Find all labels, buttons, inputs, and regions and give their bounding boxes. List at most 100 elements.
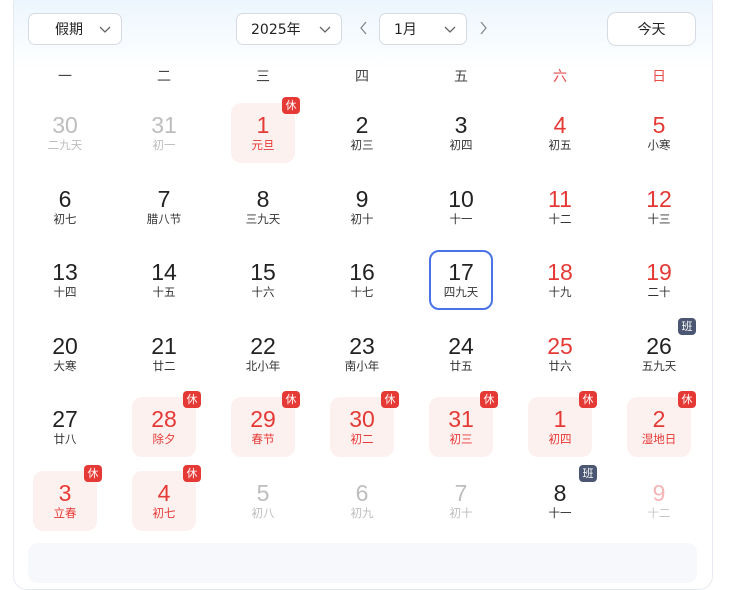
prev-month-button[interactable] bbox=[357, 19, 369, 37]
day-cell[interactable]: 4 初五 bbox=[528, 103, 592, 163]
day-cell[interactable]: 19 二十 bbox=[627, 250, 691, 310]
day-number: 25 bbox=[547, 332, 573, 359]
day-cell[interactable]: 7 腊八节 bbox=[132, 177, 196, 237]
month-select[interactable]: 1月 bbox=[379, 13, 467, 45]
day-cell[interactable]: 1 初四 休 bbox=[528, 391, 597, 457]
lunar-label: 立春 bbox=[53, 505, 77, 520]
day-number: 30 bbox=[52, 112, 78, 138]
lunar-label: 除夕 bbox=[152, 432, 176, 446]
day-cell[interactable]: 21 廿二 bbox=[132, 324, 196, 384]
day-number: 7 bbox=[454, 479, 468, 506]
day-cell[interactable]: 15 十六 bbox=[231, 250, 295, 310]
day-cell[interactable]: 30 二九天 bbox=[33, 103, 97, 163]
day-number: 1 bbox=[553, 406, 567, 432]
day-cell[interactable]: 20 大寒 bbox=[33, 324, 97, 384]
lunar-label: 十二 bbox=[647, 505, 671, 520]
weekday-header: 三 bbox=[256, 69, 270, 85]
day-cell[interactable]: 6 初九 bbox=[330, 471, 394, 531]
lunar-label: 初二 bbox=[350, 432, 374, 446]
day-number: 16 bbox=[349, 259, 375, 285]
weekday-header: 四 bbox=[355, 69, 369, 85]
day-cell[interactable]: 3 初四 bbox=[429, 103, 493, 163]
day-cell[interactable]: 10 十一 bbox=[429, 177, 493, 237]
day-number: 3 bbox=[58, 479, 72, 506]
lunar-label: 春节 bbox=[251, 432, 275, 446]
year-select[interactable]: 2025年 bbox=[236, 13, 342, 45]
workday-badge: 班 bbox=[678, 317, 696, 335]
lunar-label: 初五 bbox=[548, 138, 572, 152]
day-cell[interactable]: 13 十四 bbox=[33, 250, 97, 310]
day-number: 4 bbox=[157, 479, 171, 506]
holiday-badge: 休 bbox=[183, 464, 201, 482]
day-cell[interactable]: 2 湿地日 休 bbox=[627, 391, 696, 457]
day-number: 27 bbox=[52, 406, 78, 432]
day-cell[interactable]: 3 立春 休 bbox=[33, 464, 102, 531]
lunar-label: 腊八节 bbox=[146, 211, 182, 226]
day-cell[interactable]: 12 十三 bbox=[627, 177, 691, 237]
day-cell[interactable]: 2 初三 bbox=[330, 103, 394, 163]
day-number: 6 bbox=[58, 185, 72, 212]
lunar-label: 十四 bbox=[53, 285, 77, 299]
lunar-label: 初十 bbox=[350, 211, 374, 226]
day-cell[interactable]: 8 三九天 bbox=[231, 177, 295, 237]
lunar-label: 二十 bbox=[647, 285, 671, 299]
day-cell[interactable]: 9 初十 bbox=[330, 177, 394, 237]
day-cell[interactable]: 31 初三 休 bbox=[429, 391, 498, 457]
day-cell[interactable]: 9 十二 bbox=[627, 471, 691, 531]
lunar-label: 十七 bbox=[350, 285, 374, 299]
day-cell[interactable]: 16 十七 bbox=[330, 250, 394, 310]
day-number: 18 bbox=[547, 259, 573, 285]
holiday-select[interactable]: 假期 bbox=[28, 13, 122, 45]
day-cell[interactable]: 14 十五 bbox=[132, 250, 196, 310]
holiday-badge: 休 bbox=[84, 464, 102, 482]
lunar-label: 十三 bbox=[647, 211, 671, 226]
day-cell[interactable]: 22 北小年 bbox=[231, 324, 295, 384]
lunar-label: 十九 bbox=[548, 285, 572, 299]
day-cell[interactable]: 18 十九 bbox=[528, 250, 592, 310]
lunar-label: 初三 bbox=[350, 138, 374, 152]
day-number: 23 bbox=[349, 332, 375, 359]
lunar-label: 初七 bbox=[152, 505, 176, 520]
day-cell[interactable]: 11 十二 bbox=[528, 177, 592, 237]
year-select-label: 2025年 bbox=[251, 22, 301, 38]
chevron-down-icon bbox=[99, 26, 111, 33]
day-number: 21 bbox=[151, 332, 177, 359]
chevron-down-icon bbox=[319, 26, 331, 33]
holiday-select-label: 假期 bbox=[55, 22, 83, 38]
day-cell[interactable]: 27 廿八 bbox=[33, 397, 97, 457]
day-cell[interactable]: 1 元旦 休 bbox=[231, 97, 300, 163]
holiday-badge: 休 bbox=[678, 391, 696, 408]
day-number: 28 bbox=[151, 406, 177, 432]
day-cell[interactable]: 7 初十 bbox=[429, 471, 493, 531]
holiday-badge: 休 bbox=[282, 97, 300, 114]
next-month-button[interactable] bbox=[478, 19, 490, 37]
lunar-label: 十二 bbox=[548, 211, 572, 226]
lunar-label: 十六 bbox=[251, 285, 275, 299]
day-cell[interactable]: 8 十一 班 bbox=[528, 464, 597, 531]
day-cell[interactable]: 26 五九天 班 bbox=[627, 317, 696, 384]
day-cell[interactable]: 28 除夕 休 bbox=[132, 391, 201, 457]
day-number: 31 bbox=[448, 406, 474, 432]
lunar-label: 南小年 bbox=[344, 358, 380, 373]
day-number: 15 bbox=[250, 259, 276, 285]
day-cell[interactable]: 6 初七 bbox=[33, 177, 97, 237]
day-cell[interactable]: 24 廿五 bbox=[429, 324, 493, 384]
today-button[interactable]: 今天 bbox=[607, 12, 696, 46]
day-cell[interactable]: 23 南小年 bbox=[330, 324, 394, 384]
day-cell[interactable]: 30 初二 休 bbox=[330, 391, 399, 457]
day-cell[interactable]: 5 小寒 bbox=[627, 103, 691, 163]
weekday-header: 日 bbox=[652, 69, 666, 85]
lunar-label: 十一 bbox=[548, 505, 572, 520]
day-cell[interactable]: 31 初一 bbox=[132, 103, 196, 163]
holiday-badge: 休 bbox=[282, 391, 300, 408]
day-number: 17 bbox=[448, 259, 474, 285]
lunar-label: 小寒 bbox=[647, 138, 671, 152]
day-cell[interactable]: 4 初七 休 bbox=[132, 464, 201, 531]
lunar-label: 十五 bbox=[152, 285, 176, 299]
day-number: 4 bbox=[553, 112, 567, 138]
day-cell[interactable]: 5 初八 bbox=[231, 471, 295, 531]
day-cell[interactable]: 25 廿六 bbox=[528, 324, 592, 384]
day-cell[interactable]: 29 春节 休 bbox=[231, 391, 300, 457]
day-number: 3 bbox=[454, 112, 468, 138]
day-cell[interactable]: 17 四九天 bbox=[429, 250, 493, 310]
